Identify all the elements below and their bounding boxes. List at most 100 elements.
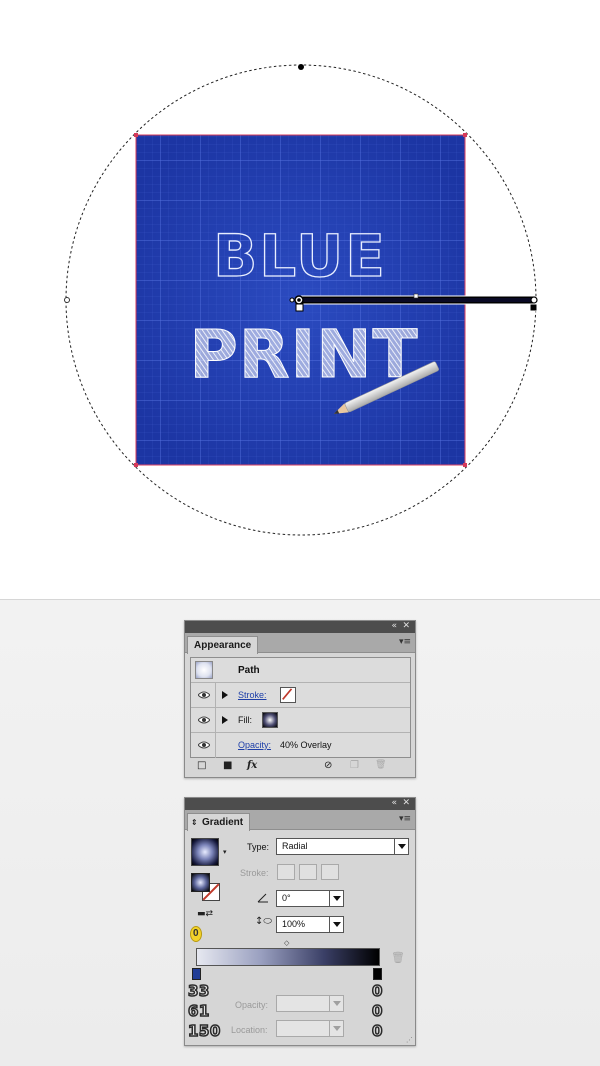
collapse-icon[interactable]: « <box>391 797 397 809</box>
highlight-marker-number: 0 <box>193 928 199 939</box>
eye-icon[interactable] <box>198 715 210 725</box>
artwork-text-print: PRINT <box>189 316 418 393</box>
delete-item-icon[interactable]: 🗑 <box>375 760 386 770</box>
artwork-svg[interactable]: BLUE PRINT <box>0 0 600 600</box>
stroke-none-swatch[interactable] <box>280 687 296 703</box>
left-stop-value-b: 150 <box>187 1021 221 1041</box>
angle-icon <box>257 893 268 903</box>
chevron-down-icon <box>329 1021 343 1036</box>
angle-value: 0° <box>282 893 291 903</box>
stroke-gradient-buttons <box>277 864 347 880</box>
gradient-preset-dropdown-icon[interactable]: ▾ <box>223 848 227 856</box>
chevron-down-icon <box>394 839 408 854</box>
aspect-ratio-value: 100% <box>282 919 306 929</box>
opacity-value: 40% Overlay <box>280 740 332 750</box>
annotator-midpoint[interactable] <box>413 293 419 299</box>
opacity-link[interactable]: Opacity: <box>238 740 271 750</box>
fill-gradient-swatch[interactable] <box>262 712 278 728</box>
appearance-footer: □ ■ fx ⊘ ❐ 🗑 <box>185 759 415 775</box>
color-stop-left[interactable] <box>192 968 201 980</box>
path-thumbnail <box>195 661 213 679</box>
stroke-along-button[interactable] <box>299 864 317 880</box>
appearance-panel: « ✕ Appearance ▾≡ Path Stroke: Fill: Opa… <box>184 620 416 778</box>
location-field[interactable] <box>276 1020 344 1037</box>
fill-indicator[interactable] <box>191 873 210 892</box>
gradient-panel: « ✕ ⇕ Gradient ▾≡ ▾ ▬⇄ 0 Type: Radial St… <box>184 797 416 1046</box>
tab-options-icon: ⇕ <box>191 818 198 827</box>
panel-tab-row: ⇕ Gradient ▾≡ <box>185 810 415 831</box>
ellipse-left-handle[interactable] <box>64 297 70 303</box>
tab-appearance[interactable]: Appearance <box>187 636 259 654</box>
fx-menu-button[interactable]: fx <box>247 760 257 771</box>
chevron-down-icon <box>329 996 343 1011</box>
annotator-end-stop[interactable] <box>529 303 538 312</box>
chevron-down-icon[interactable] <box>329 917 343 932</box>
right-stop-value-b: 0 <box>371 1021 383 1041</box>
tab-gradient[interactable]: ⇕ Gradient <box>187 813 251 831</box>
stroke-gradient-label: Stroke: <box>240 868 269 878</box>
collapse-icon[interactable]: « <box>391 620 397 632</box>
anchor-bottom-right[interactable] <box>463 463 467 467</box>
appearance-opacity-row[interactable]: Opacity: 40% Overlay <box>191 733 410 758</box>
anchor-top-left[interactable] <box>134 133 138 137</box>
left-stop-value-r: 33 <box>187 981 210 1001</box>
artboard-canvas[interactable]: BLUE PRINT <box>0 0 600 600</box>
artwork-text-blue: BLUE <box>213 222 387 290</box>
type-select-value: Radial <box>282 841 308 851</box>
eye-icon[interactable] <box>198 740 210 750</box>
panel-menu-icon[interactable]: ▾≡ <box>399 814 411 824</box>
add-stroke-icon[interactable]: □ <box>197 760 206 771</box>
left-stop-value-g: 61 <box>187 1001 210 1021</box>
stroke-within-button[interactable] <box>277 864 295 880</box>
appearance-fill-row[interactable]: Fill: <box>191 708 410 733</box>
annotator-left-dot[interactable] <box>289 297 295 303</box>
stroke-link[interactable]: Stroke: <box>238 690 267 700</box>
chevron-down-icon[interactable] <box>329 891 343 906</box>
resize-grip-icon[interactable]: ⋰ <box>406 1036 413 1044</box>
color-stop-right[interactable] <box>373 968 382 980</box>
gradient-preview-swatch[interactable] <box>191 838 219 866</box>
row-divider <box>215 733 216 758</box>
type-select[interactable]: Radial <box>276 838 409 855</box>
annotator-start-stop[interactable] <box>295 303 304 312</box>
appearance-object-row[interactable]: Path <box>191 658 410 683</box>
highlight-marker: 0 <box>190 926 202 942</box>
fill-stroke-indicator[interactable] <box>191 873 223 903</box>
row-divider <box>215 708 216 732</box>
right-stop-value-g: 0 <box>371 1001 383 1021</box>
right-stop-value-r: 0 <box>371 981 383 1001</box>
annotator-end-handle[interactable] <box>530 296 538 304</box>
panel-titlebar[interactable]: « ✕ <box>185 621 415 633</box>
expand-triangle-icon[interactable] <box>222 691 228 699</box>
midpoint-diamond-icon[interactable]: ◇ <box>284 939 289 947</box>
opacity-label: Opacity: <box>235 1000 269 1010</box>
add-fill-icon[interactable]: ■ <box>223 760 232 771</box>
location-label: Location: <box>231 1025 268 1035</box>
close-icon[interactable]: ✕ <box>402 620 410 632</box>
fill-label: Fill: <box>238 715 252 725</box>
appearance-stroke-row[interactable]: Stroke: <box>191 683 410 708</box>
expand-triangle-icon[interactable] <box>222 716 228 724</box>
clear-appearance-icon[interactable]: ⊘ <box>324 760 332 771</box>
anchor-bottom-left[interactable] <box>134 463 138 467</box>
ellipse-top-handle[interactable] <box>298 64 304 70</box>
type-label: Type: <box>247 842 270 852</box>
duplicate-item-icon[interactable]: ❐ <box>350 760 359 771</box>
anchor-top-right[interactable] <box>463 133 467 137</box>
aspect-ratio-icon: ↕⬭ <box>255 916 272 927</box>
row-divider <box>215 683 216 707</box>
delete-stop-icon[interactable]: 🗑 <box>391 951 405 964</box>
aspect-ratio-field[interactable]: 100% <box>276 916 344 933</box>
close-icon[interactable]: ✕ <box>402 797 410 809</box>
panel-menu-icon[interactable]: ▾≡ <box>399 637 411 647</box>
angle-field[interactable]: 0° <box>276 890 344 907</box>
object-label: Path <box>238 665 260 676</box>
panel-tab-row: Appearance ▾≡ <box>185 633 415 654</box>
panel-titlebar[interactable]: « ✕ <box>185 798 415 810</box>
reverse-gradient-icon[interactable]: ▬⇄ <box>197 909 213 919</box>
gradient-slider-bar[interactable] <box>196 948 380 966</box>
appearance-list: Path Stroke: Fill: Opacity: 40% Overlay <box>190 657 411 758</box>
opacity-field[interactable] <box>276 995 344 1012</box>
stroke-across-button[interactable] <box>321 864 339 880</box>
eye-icon[interactable] <box>198 690 210 700</box>
